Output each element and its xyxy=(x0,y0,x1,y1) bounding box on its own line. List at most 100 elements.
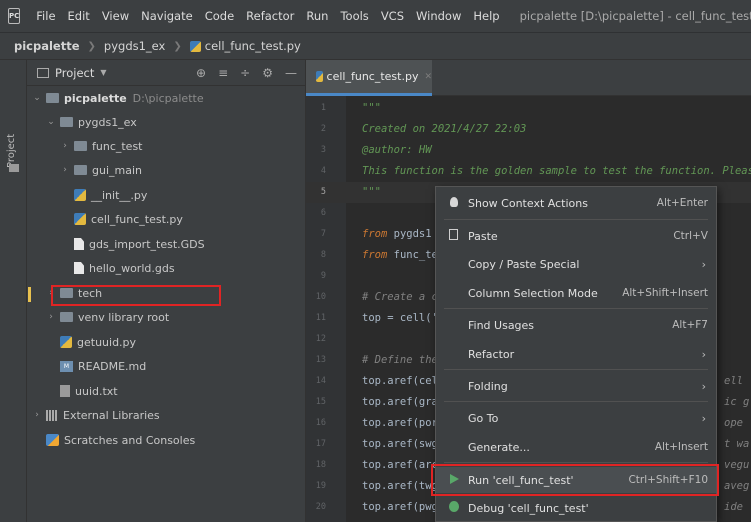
menu-edit[interactable]: Edit xyxy=(62,0,96,32)
project-view-icon xyxy=(37,67,49,78)
code-tail: aveg xyxy=(724,480,750,492)
menu-item-paste[interactable]: Paste Ctrl+V xyxy=(436,223,716,249)
tree-item-init-py[interactable]: __init__.py xyxy=(27,183,305,207)
collapse-all-icon[interactable]: ÷ xyxy=(240,66,250,80)
python-file-icon xyxy=(60,336,72,348)
menu-file[interactable]: File xyxy=(30,0,61,32)
library-icon xyxy=(46,409,58,421)
chevron-down-icon[interactable]: ⌄ xyxy=(31,93,43,103)
menu-view[interactable]: View xyxy=(96,0,135,32)
tree-item-scratches[interactable]: Scratches and Consoles xyxy=(27,428,305,452)
code-tail: vegu xyxy=(724,459,750,471)
menu-tools[interactable]: Tools xyxy=(334,0,374,32)
line-number: 14 xyxy=(315,376,326,386)
menu-item-refactor[interactable]: Refactor › xyxy=(436,341,716,367)
menu-item-label: Refactor xyxy=(468,347,515,361)
keyword: from xyxy=(362,228,388,240)
locate-icon[interactable]: ⊕ xyxy=(196,66,206,80)
code-line[interactable]: 3 @author: HW xyxy=(306,140,751,161)
code-text: top.aref(pwg_ xyxy=(362,501,445,513)
line-number: 1 xyxy=(320,103,326,113)
code-line[interactable]: 2 Created on 2021/4/27 22:03 xyxy=(306,119,751,140)
breadcrumb-project[interactable]: picpalette xyxy=(14,39,80,53)
tree-item-readme[interactable]: M README.md xyxy=(27,354,305,378)
gear-icon[interactable]: ⚙ xyxy=(262,66,273,80)
clipboard-icon xyxy=(436,229,462,243)
project-panel-header: Project ▼ ⊕ ≡ ÷ ⚙ — xyxy=(27,60,305,86)
menu-run[interactable]: Run xyxy=(300,0,334,32)
chevron-right-icon: ❯ xyxy=(173,40,182,52)
menu-help[interactable]: Help xyxy=(467,0,505,32)
menu-item-column-selection-mode[interactable]: Column Selection Mode Alt+Shift+Insert xyxy=(436,280,716,306)
tree-item-label: uuid.txt xyxy=(75,384,118,398)
code-line[interactable]: 4 This function is the golden sample to t… xyxy=(306,161,751,182)
tree-item-cell-func-test[interactable]: cell_func_test.py xyxy=(27,207,305,231)
menu-bar: PC File Edit View Navigate Code Refactor… xyxy=(0,0,751,32)
scratches-icon xyxy=(46,434,59,446)
menu-separator xyxy=(444,462,708,463)
chevron-right-icon[interactable]: › xyxy=(45,312,57,322)
tree-item-label: hello_world.gds xyxy=(89,261,175,275)
line-number: 8 xyxy=(320,250,326,260)
close-icon[interactable]: ✕ xyxy=(424,72,432,82)
tree-item-getuuid[interactable]: getuuid.py xyxy=(27,330,305,354)
line-number: 16 xyxy=(315,418,326,428)
hide-icon[interactable]: — xyxy=(285,66,297,80)
line-number: 19 xyxy=(315,481,326,491)
tree-item-root[interactable]: ⌄ picpalette D:\picpalette xyxy=(27,86,305,110)
tree-item-gui-main[interactable]: › gui_main xyxy=(27,158,305,182)
chevron-down-icon[interactable]: ⌄ xyxy=(45,117,57,127)
editor-tab-bar: cell_func_test.py ✕ xyxy=(306,60,751,96)
breadcrumb-file[interactable]: cell_func_test.py xyxy=(205,39,301,53)
menu-code[interactable]: Code xyxy=(199,0,240,32)
folder-icon xyxy=(46,93,59,103)
code-line[interactable]: 1 """ xyxy=(306,98,751,119)
menu-item-generate[interactable]: Generate... Alt+Insert xyxy=(436,434,716,460)
menu-item-label: Debug 'cell_func_test' xyxy=(468,501,589,515)
menu-item-find-usages[interactable]: Find Usages Alt+F7 xyxy=(436,312,716,338)
caret-down-icon[interactable]: ▼ xyxy=(100,68,106,77)
line-number: 17 xyxy=(315,439,326,449)
tree-item-hello-world[interactable]: hello_world.gds xyxy=(27,256,305,280)
code-text: top = cell(' xyxy=(362,312,438,324)
tree-item-gds-import-test[interactable]: gds_import_test.GDS xyxy=(27,232,305,256)
menu-refactor[interactable]: Refactor xyxy=(240,0,300,32)
menu-item-go-to[interactable]: Go To › xyxy=(436,405,716,431)
python-file-icon xyxy=(74,213,86,225)
menu-window[interactable]: Window xyxy=(410,0,467,32)
menu-item-label: Show Context Actions xyxy=(468,196,588,210)
menu-item-debug[interactable]: Debug 'cell_func_test' xyxy=(436,495,716,521)
breadcrumb-folder[interactable]: pygds1_ex xyxy=(104,39,165,53)
chevron-right-icon[interactable]: › xyxy=(31,410,43,420)
menu-separator xyxy=(444,219,708,220)
tree-item-label: gds_import_test.GDS xyxy=(89,237,205,251)
tree-item-venv[interactable]: › venv library root xyxy=(27,305,305,329)
project-tool-button[interactable]: Project xyxy=(6,134,17,168)
chevron-right-icon[interactable]: › xyxy=(59,141,71,151)
code-tail: ell xyxy=(724,375,743,387)
tree-item-pygds1-ex[interactable]: ⌄ pygds1_ex xyxy=(27,110,305,134)
editor-tab-label: cell_func_test.py xyxy=(326,70,419,83)
tree-item-uuid-txt[interactable]: uuid.txt xyxy=(27,379,305,403)
change-marker xyxy=(28,287,31,302)
menu-item-shortcut: Alt+Shift+Insert xyxy=(622,287,708,299)
tree-item-func-test[interactable]: › func_test xyxy=(27,134,305,158)
menu-navigate[interactable]: Navigate xyxy=(135,0,199,32)
menu-separator xyxy=(444,401,708,402)
chevron-right-icon[interactable]: › xyxy=(59,165,71,175)
code-text: top.aref(port xyxy=(362,417,445,429)
menu-vcs[interactable]: VCS xyxy=(375,0,410,32)
line-number: 12 xyxy=(315,334,326,344)
file-icon xyxy=(74,262,84,274)
project-panel-title[interactable]: Project xyxy=(55,66,94,80)
file-icon xyxy=(74,238,84,250)
expand-all-icon[interactable]: ≡ xyxy=(218,66,228,80)
menu-separator xyxy=(444,308,708,309)
menu-item-shortcut: Alt+Enter xyxy=(656,197,708,209)
menu-item-show-context-actions[interactable]: Show Context Actions Alt+Enter xyxy=(436,190,716,216)
editor-tab[interactable]: cell_func_test.py ✕ xyxy=(306,60,432,96)
menu-item-label: Find Usages xyxy=(468,318,535,332)
tree-item-external-libraries[interactable]: › External Libraries xyxy=(27,403,305,427)
menu-item-folding[interactable]: Folding › xyxy=(436,373,716,399)
menu-item-copy-paste-special[interactable]: Copy / Paste Special › xyxy=(436,251,716,277)
